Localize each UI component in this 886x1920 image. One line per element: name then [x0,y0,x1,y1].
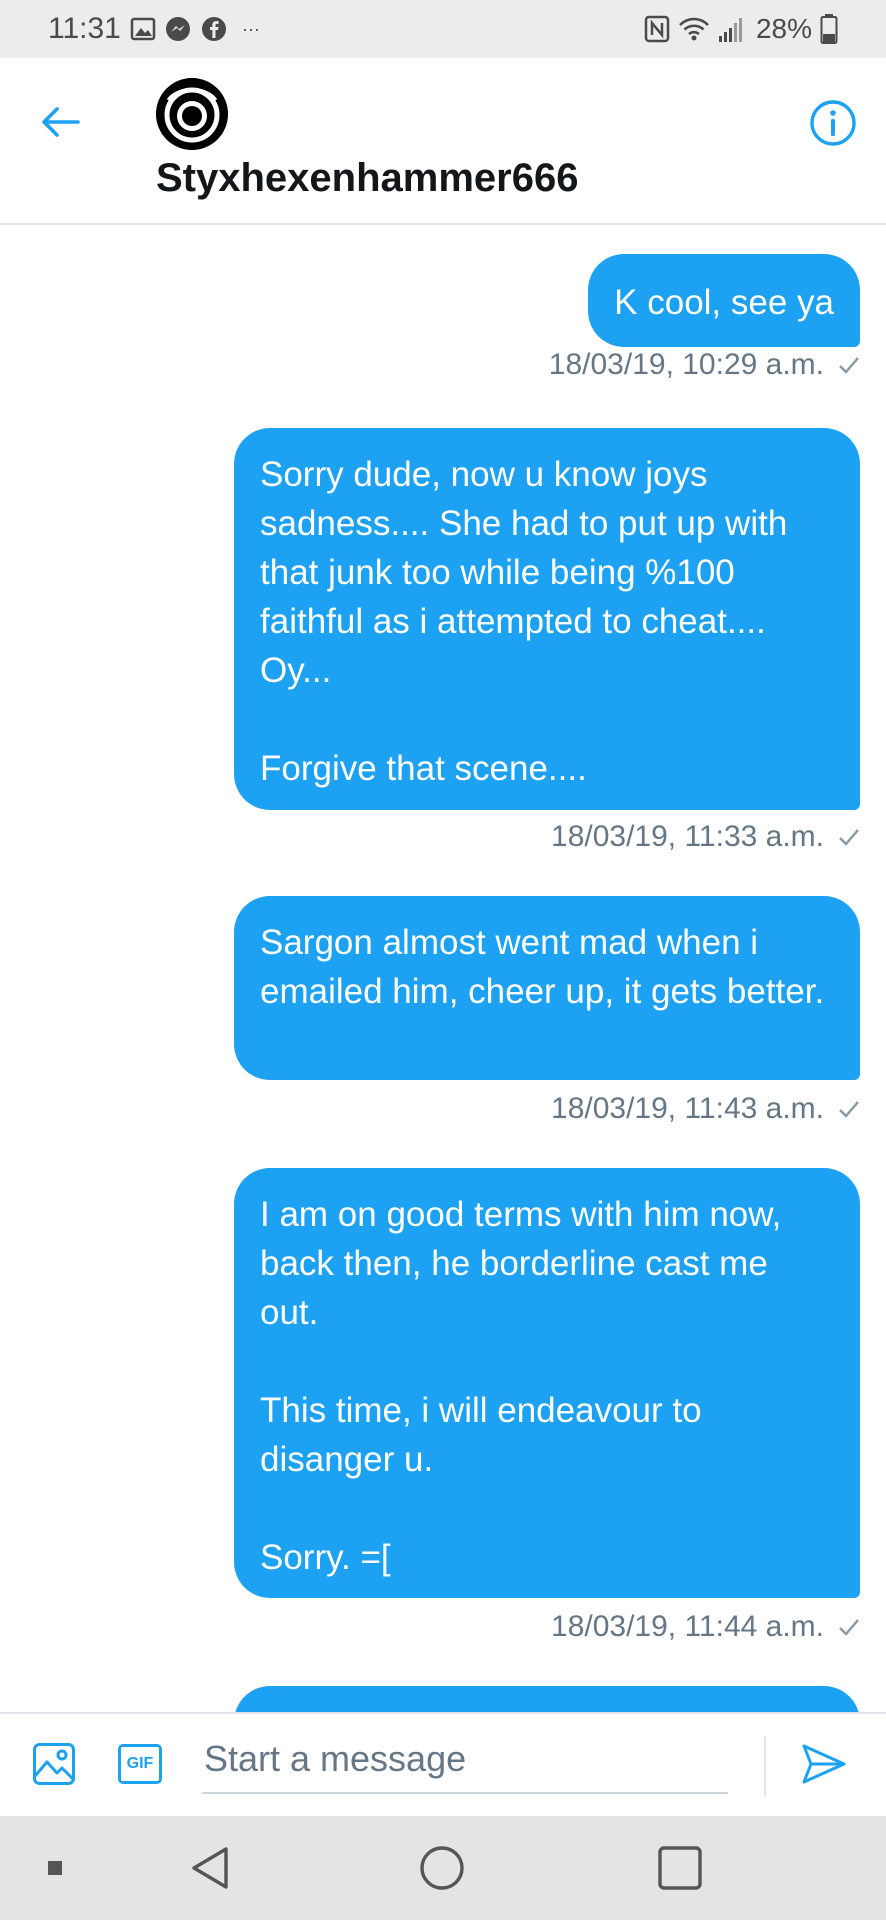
nav-recents-button[interactable] [652,1842,708,1894]
sent-check-icon [839,357,859,374]
message-meta: 18/03/19, 11:33 a.m. [551,820,860,854]
sent-check-icon [839,829,859,846]
facebook-icon [202,17,226,41]
nav-extra-button[interactable] [42,1842,68,1894]
message-input[interactable] [202,1732,728,1794]
message-bubble[interactable]: Sargon almost went mad when i emailed hi… [234,896,860,1080]
message-bubble[interactable]: I am on good terms with him now, back th… [234,1168,860,1598]
wifi-icon [679,17,709,41]
nav-back-icon [192,1847,228,1889]
message-meta: 18/03/19, 10:29 a.m. [549,348,860,382]
composer-divider [764,1736,766,1796]
message-meta: 18/03/19, 11:44 a.m. [551,1610,860,1644]
back-button[interactable] [34,96,86,148]
battery-percent: 28% [755,13,812,44]
message: Sorry dude, now u know joys sadness.... … [234,428,860,810]
message-timestamp: 18/03/19, 11:43 a.m. [551,1092,824,1125]
info-button[interactable] [806,96,860,150]
more-notifications-icon: ··· [242,19,260,39]
messenger-icon [166,17,190,41]
gif-label: GIF [126,1755,154,1772]
avatar[interactable] [156,78,228,150]
gif-icon: GIF [118,1744,162,1784]
system-icons: 28% [644,12,838,46]
message-bubble[interactable]: K cool, see ya [588,254,860,347]
nfc-icon [644,15,670,43]
message-list[interactable]: K cool, see ya 18/03/19, 10:29 a.m. Sorr… [0,226,886,1712]
status-bar: 11:31 ··· 28% [0,0,886,58]
send-button[interactable] [800,1740,848,1788]
system-navigation-bar [0,1816,886,1920]
avatar-image [156,78,228,150]
message: K cool, see ya [588,254,860,347]
signal-icon [718,18,742,42]
battery-icon [820,14,838,44]
info-icon [810,100,856,146]
message-composer: GIF [0,1712,886,1816]
message [234,1686,860,1712]
conversation-username[interactable]: Styxhexenhammer666 [156,156,578,201]
status-time: 11:31 [48,12,121,45]
message: Sargon almost went mad when i emailed hi… [234,896,860,1080]
message: I am on good terms with him now, back th… [234,1168,860,1598]
message-timestamp: 18/03/19, 11:44 a.m. [551,1610,824,1643]
send-icon [802,1744,846,1784]
conversation-header: Styxhexenhammer666 [0,58,886,225]
add-gif-button[interactable]: GIF [116,1740,164,1788]
nav-home-icon [420,1846,464,1890]
message-bubble[interactable] [234,1686,860,1712]
dot-icon [48,1861,62,1875]
nav-home-button[interactable] [414,1842,470,1894]
sent-check-icon [839,1619,859,1636]
message-meta: 18/03/19, 11:43 a.m. [551,1092,860,1126]
gallery-icon [130,17,156,41]
image-icon [33,1743,75,1785]
notification-icons: ··· [130,14,260,44]
add-photo-button[interactable] [30,1740,78,1788]
sent-check-icon [839,1101,859,1118]
nav-back-button[interactable] [182,1842,238,1894]
message-timestamp: 18/03/19, 10:29 a.m. [548,348,824,381]
back-arrow-icon [42,107,80,137]
message-timestamp: 18/03/19, 11:33 a.m. [551,820,824,853]
message-bubble[interactable]: Sorry dude, now u know joys sadness.... … [234,428,860,810]
nav-recents-icon [658,1846,702,1890]
